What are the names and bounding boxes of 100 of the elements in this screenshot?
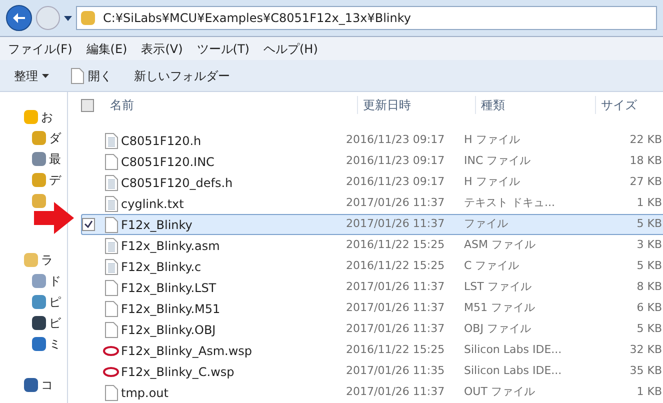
file-icon (104, 322, 118, 338)
modified-date: 2017/01/26 11:37 (346, 279, 446, 296)
modified-date: 2016/11/23 09:17 (346, 174, 446, 190)
file-size: 35 KB (628, 363, 663, 380)
file-size: 18 KB (628, 153, 663, 170)
file-type: ファイル (464, 216, 509, 232)
check-icon (84, 220, 93, 229)
file-size: 32 KB (628, 342, 663, 358)
column-header[interactable]: 更新日時 (357, 96, 475, 114)
file-type: M51 ファイル (464, 300, 536, 316)
file-row[interactable]: C8051F120.h 2016/11/23 09:17 H ファイル 22 KB (81, 130, 663, 151)
text-file-icon (104, 174, 118, 190)
file-type: C ファイル (464, 258, 520, 274)
file-name: F12x_Blinky.asm (121, 238, 221, 254)
file-icon (104, 154, 118, 170)
column-header[interactable]: 種類 (475, 96, 595, 114)
file-size: 5 KB (636, 258, 663, 274)
sidebar-item[interactable]: ラ (41, 250, 53, 268)
toolbar-button[interactable]: 開く (71, 66, 112, 84)
file-name: C8051F120.h (121, 132, 202, 150)
logo-icon (103, 366, 119, 378)
file-row[interactable]: F12x_Blinky.M51 2017/01/26 11:37 M51 ファイル 6 KB (81, 298, 663, 319)
file-row[interactable]: tmp.out 2017/01/26 11:37 OUT ファイル 1 KB (81, 382, 663, 403)
select-all-checkbox[interactable] (81, 98, 94, 112)
file-type: Silicon Labs IDE... (464, 342, 563, 358)
toolbar-button[interactable]: 新しいフォルダー (134, 66, 230, 84)
file-row[interactable]: F12x_Blinky.LST 2017/01/26 11:37 LST ファイル 8 KB (81, 277, 663, 298)
file-row[interactable]: cyglink.txt 2017/01/26 11:37 テキスト ドキュ... 1 KB (81, 193, 663, 214)
text-file-icon (104, 258, 118, 274)
text-file-icon (104, 238, 118, 254)
file-row[interactable]: F12x_Blinky.OBJ 2017/01/26 11:37 OBJ ファイル 5 KB (81, 319, 663, 340)
file-name: F12x_Blinky.OBJ (121, 322, 217, 338)
file-row[interactable]: F12x_Blinky_Asm.wsp 2016/11/22 15:25 Silicon Labs IDE... 32 KB (81, 340, 663, 361)
caret-icon (42, 74, 49, 78)
column-header[interactable]: 名前 (110, 96, 357, 114)
sidebar-item[interactable]: 最 (49, 150, 61, 168)
file-size: 5 KB (636, 216, 663, 232)
sidebar-item[interactable]: ド (49, 272, 61, 290)
logo-icon (103, 344, 119, 356)
file-icon (104, 280, 118, 296)
modified-date: 2017/01/26 11:35 (346, 363, 446, 380)
file-name: F12x_Blinky.c (121, 258, 202, 276)
menu-item[interactable]: ヘルプ(H) (264, 40, 318, 58)
modified-date: 2016/11/22 15:25 (346, 342, 446, 358)
column-header[interactable]: サイズ (595, 96, 663, 114)
file-row[interactable]: F12x_Blinky.asm 2016/11/22 15:25 ASM ファイル 3 KB (81, 235, 663, 256)
sidebar-item[interactable]: ダ (49, 128, 61, 146)
file-size: 5 KB (636, 321, 663, 338)
file-size: 3 KB (636, 237, 663, 254)
file-size: 27 KB (628, 174, 663, 190)
address-field[interactable]: C:¥SiLabs¥MCU¥Examples¥C8051F12x_13x¥Blinky (76, 6, 657, 30)
caret-icon (64, 16, 72, 20)
left-arrow-icon (13, 13, 25, 23)
file-type: H ファイル (464, 174, 521, 190)
arrow-icon (34, 202, 74, 234)
file-row[interactable]: F12x_Blinky 2017/01/26 11:37 ファイル 5 KB (81, 214, 663, 235)
file-size: 22 KB (628, 132, 663, 148)
file-size: 6 KB (636, 300, 663, 316)
toolbar-button[interactable]: 整理 (14, 66, 49, 84)
sidebar-item[interactable]: ピ (49, 292, 61, 310)
file-name: F12x_Blinky_Asm.wsp (121, 342, 254, 360)
sidebar-item[interactable]: コ (41, 376, 53, 394)
back-button[interactable] (6, 5, 32, 31)
file-name: F12x_Blinky (121, 216, 194, 234)
file-type: OBJ ファイル (464, 321, 532, 338)
file-type: テキスト ドキュ... (464, 195, 556, 212)
file-name: F12x_Blinky.M51 (121, 300, 222, 318)
file-type: H ファイル (464, 132, 521, 148)
file-row[interactable]: C8051F120.INC 2016/11/23 09:17 INC ファイル 18 KB (81, 151, 663, 172)
file-icon (71, 68, 84, 84)
modified-date: 2017/01/26 11:37 (346, 321, 446, 338)
modified-date: 2016/11/23 09:17 (346, 132, 446, 148)
file-size: 1 KB (636, 384, 663, 400)
sidebar-item[interactable]: デ (49, 170, 61, 188)
menu-item[interactable]: 編集(E) (86, 40, 128, 58)
file-type: ASM ファイル (464, 237, 536, 254)
file-name: F12x_Blinky.LST (121, 280, 218, 296)
file-name: tmp.out (121, 384, 170, 402)
file-type: LST ファイル (464, 279, 532, 296)
file-row[interactable]: C8051F120_defs.h 2016/11/23 09:17 H ファイル 27 KB (81, 172, 663, 193)
sidebar-item[interactable]: ビ (49, 314, 61, 332)
file-name: C8051F120_defs.h (121, 174, 234, 192)
file-icon (104, 300, 118, 316)
checkbox[interactable] (82, 218, 95, 231)
file-row[interactable]: F12x_Blinky.c 2016/11/22 15:25 C ファイル 5 KB (81, 256, 663, 277)
menu-item[interactable]: ファイル(F) (8, 40, 72, 58)
file-type: Silicon Labs IDE... (464, 363, 563, 380)
menu-item[interactable]: 表示(V) (141, 40, 183, 58)
file-type: INC ファイル (464, 153, 532, 170)
file-name: cyglink.txt (121, 196, 185, 212)
sidebar-item[interactable]: お (41, 108, 53, 126)
modified-date: 2017/01/26 11:37 (346, 300, 446, 316)
file-name: C8051F120.INC (121, 154, 216, 170)
file-row[interactable]: F12x_Blinky_C.wsp 2017/01/26 11:35 Silicon Labs IDE... 35 KB (81, 361, 663, 382)
sidebar-item[interactable]: ミ (49, 334, 61, 352)
menu-item[interactable]: ツール(T) (196, 40, 250, 58)
file-icon (104, 384, 118, 400)
modified-date: 2016/11/23 09:17 (346, 153, 446, 170)
text-file-icon (104, 132, 118, 148)
file-type: OUT ファイル (464, 384, 536, 400)
